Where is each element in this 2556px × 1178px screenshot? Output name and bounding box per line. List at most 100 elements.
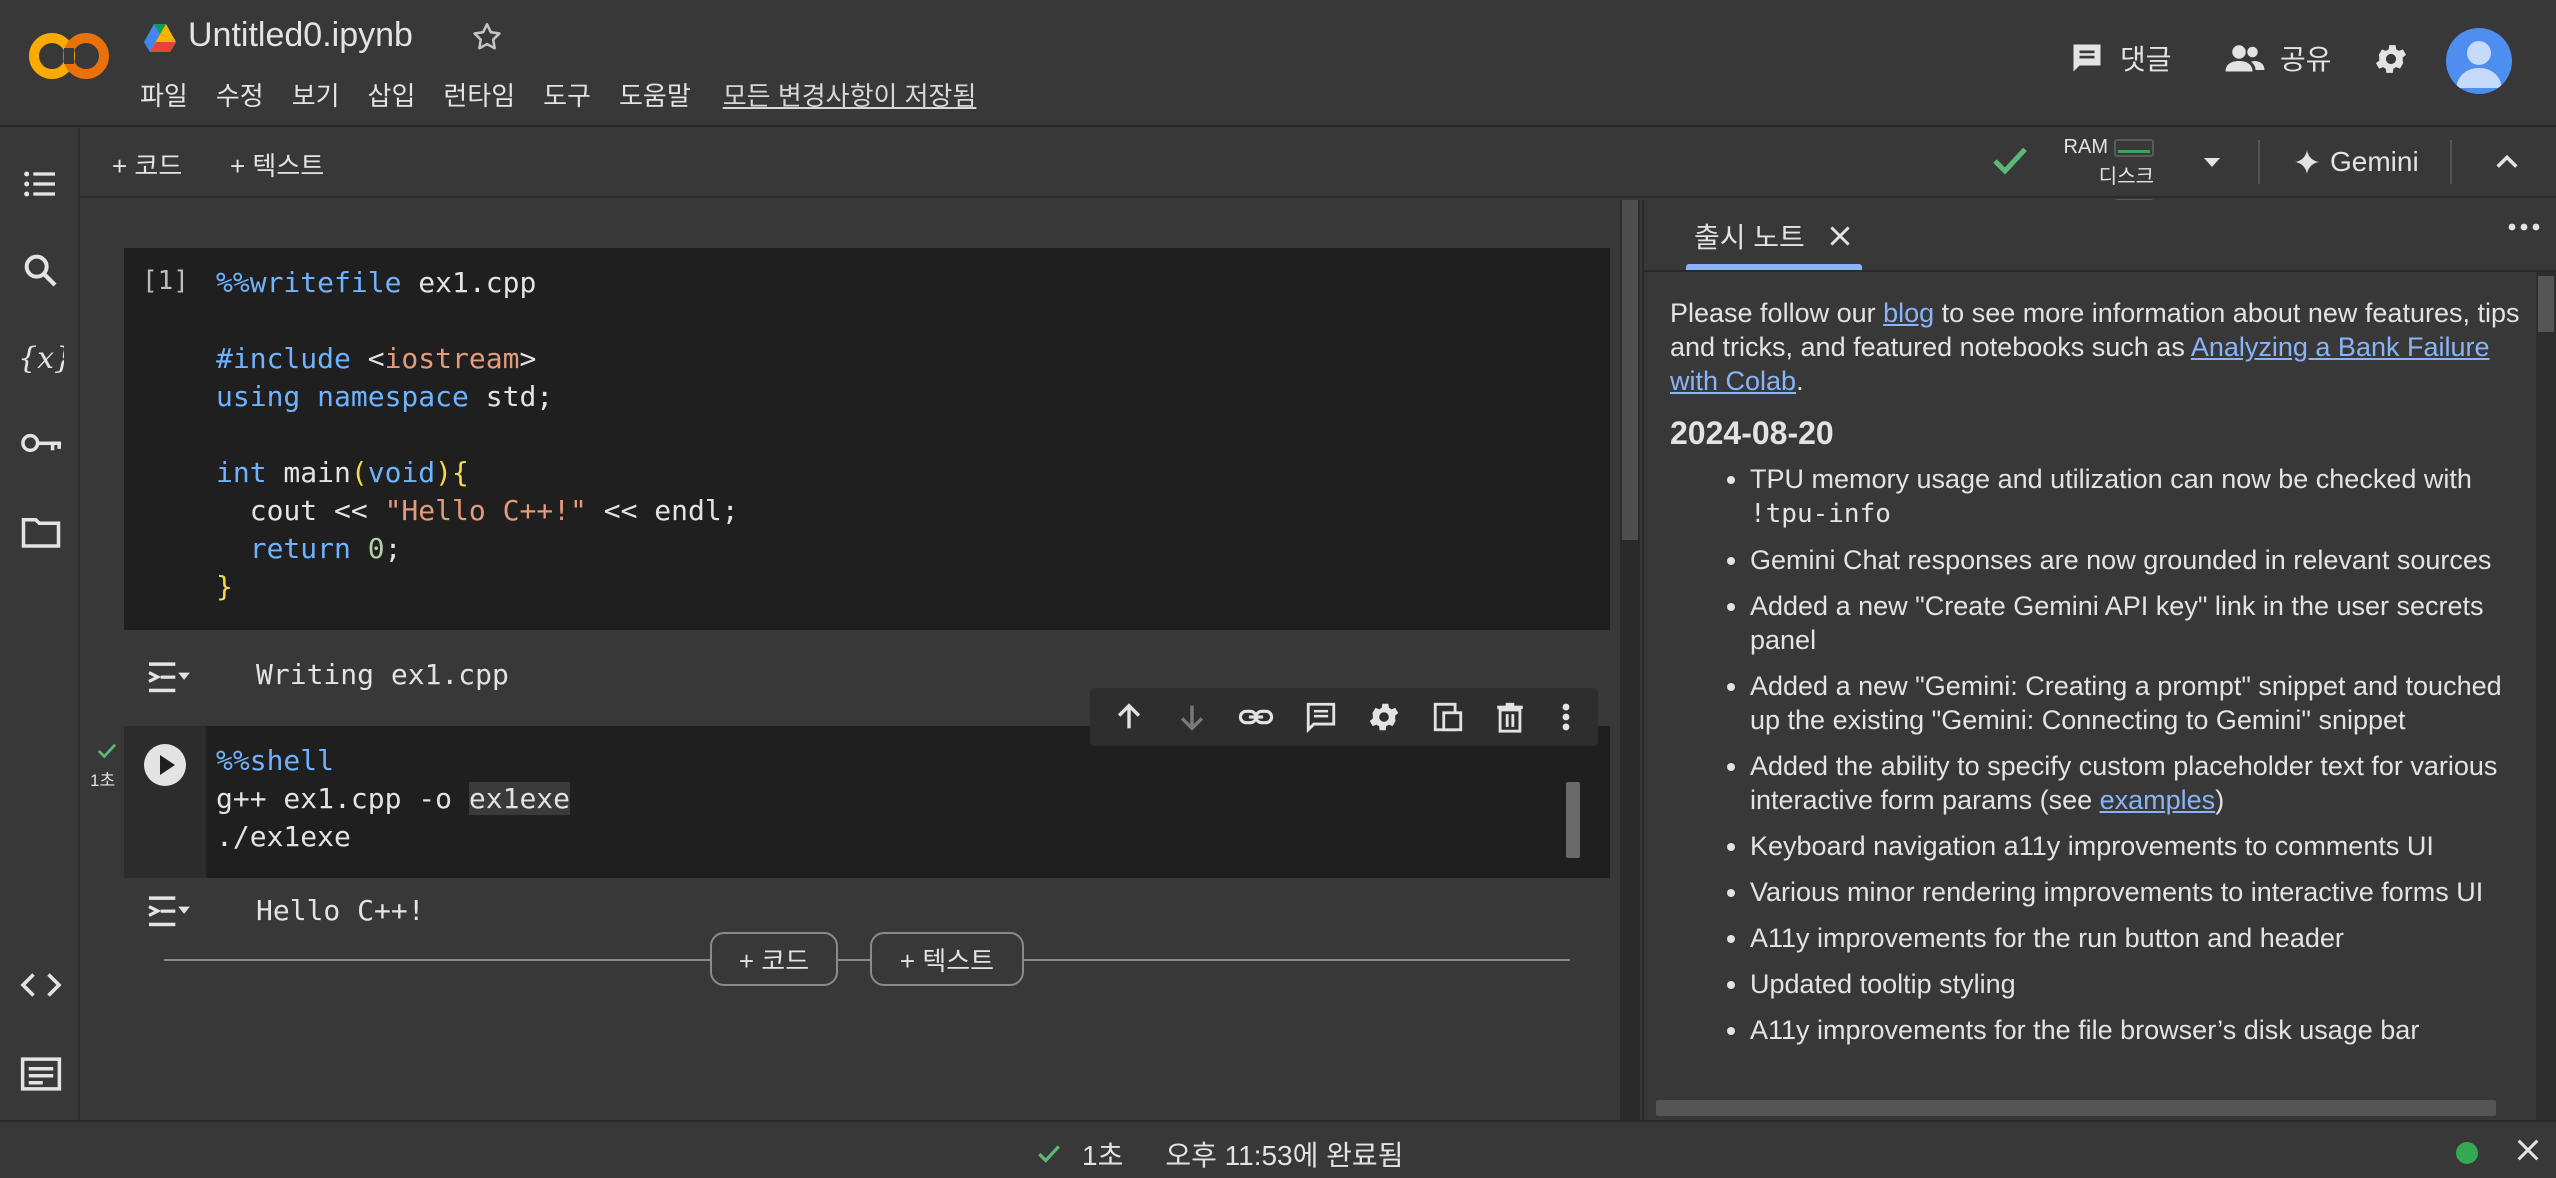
- code-cell-1[interactable]: [1] %%writefile ex1.cpp #include <iostre…: [124, 248, 1610, 630]
- menu-insert[interactable]: 삽입: [368, 76, 416, 113]
- panel-horizontal-scrollbar[interactable]: [1656, 1100, 2496, 1116]
- toolbar-divider: [2258, 140, 2260, 184]
- execution-count: [1]: [142, 266, 189, 296]
- comments-label: 댓글: [2120, 44, 2172, 75]
- examples-link[interactable]: examples: [2100, 785, 2216, 815]
- move-up-icon[interactable]: [1112, 700, 1146, 734]
- execution-status[interactable]: 1초 오후 11:53에 완료됨: [1036, 1134, 1403, 1174]
- save-status-link[interactable]: 모든 변경사항이 저장됨: [723, 76, 977, 113]
- app-header: Untitled0.ipynb 파일 수정 보기 삽입 런타임 도구 도움말 모…: [0, 0, 2556, 127]
- release-date-heading: 2024-08-20: [1670, 415, 1834, 451]
- cell-2-output: Hello C++!: [124, 878, 1610, 946]
- output-text: Hello C++!: [256, 894, 425, 927]
- list-item: Added the ability to specify custom plac…: [1750, 749, 2530, 817]
- panel-scrollbar[interactable]: [2536, 272, 2556, 1120]
- output-toggle-icon[interactable]: [146, 658, 190, 696]
- move-down-icon[interactable]: [1175, 700, 1209, 734]
- gemini-button[interactable]: Gemini: [2294, 146, 2419, 178]
- completed-time: 오후 11:53에 완료됨: [1165, 1140, 1404, 1171]
- share-button[interactable]: 공유: [2224, 38, 2332, 78]
- gear-icon[interactable]: [1366, 699, 1402, 735]
- connected-check-icon[interactable]: [1990, 144, 2030, 178]
- panel-scrollbar-thumb[interactable]: [2538, 276, 2554, 332]
- notebook-area[interactable]: [1] %%writefile ex1.cpp #include <iostre…: [82, 200, 1622, 1120]
- svg-text:{x}: {x}: [18, 341, 64, 376]
- comment-icon: [2068, 40, 2106, 76]
- intro-paragraph: Please follow our blog to see more infor…: [1670, 296, 2530, 398]
- folder-icon[interactable]: [20, 514, 62, 550]
- colab-logo[interactable]: [28, 30, 110, 82]
- close-icon[interactable]: [2514, 1136, 2542, 1164]
- menu-edit[interactable]: 수정: [216, 76, 264, 113]
- mirror-cell-icon[interactable]: [1431, 700, 1465, 734]
- tab-release-notes[interactable]: 출시 노트: [1694, 216, 1853, 256]
- drive-icon[interactable]: [142, 22, 178, 54]
- list-item: Added a new "Create Gemini API key" link…: [1750, 589, 2530, 657]
- blog-link[interactable]: blog: [1883, 298, 1934, 328]
- tab-label: 출시 노트: [1694, 222, 1805, 253]
- menu-file[interactable]: 파일: [140, 76, 188, 113]
- menu-tools[interactable]: 도구: [543, 76, 591, 113]
- intro-text: Please follow our: [1670, 298, 1884, 328]
- left-sidebar: {x}: [0, 128, 80, 1120]
- terminal-icon[interactable]: [20, 1056, 62, 1092]
- comments-button[interactable]: 댓글: [2068, 38, 2172, 78]
- runtime-dropdown-icon[interactable]: [2200, 150, 2224, 174]
- link-icon[interactable]: [1237, 700, 1275, 734]
- output-toggle-icon[interactable]: [146, 892, 190, 930]
- elapsed-time: 1초: [1082, 1140, 1124, 1171]
- more-options-icon[interactable]: [2506, 220, 2542, 234]
- release-notes-panel: 출시 노트 Please follow our blog to see more…: [1642, 200, 2556, 1120]
- add-code-button[interactable]: + 코드: [112, 146, 182, 183]
- settings-button[interactable]: [2372, 40, 2410, 78]
- cell-scrollbar[interactable]: [1566, 782, 1580, 858]
- toolbar-divider-2: [2450, 140, 2452, 184]
- release-notes-list: TPU memory usage and utilization can now…: [1670, 462, 2530, 1047]
- menu-bar: 파일 수정 보기 삽입 런타임 도구 도움말 모든 변경사항이 저장됨: [140, 76, 976, 113]
- gear-icon: [2372, 40, 2410, 78]
- play-icon: [160, 755, 175, 775]
- add-text-button[interactable]: + 텍스트: [230, 146, 324, 183]
- add-cell-divider: [164, 959, 1570, 961]
- disk-label: 디스크: [2098, 166, 2154, 188]
- menu-help[interactable]: 도움말: [619, 76, 691, 113]
- release-notes-body: Please follow our blog to see more infor…: [1670, 296, 2530, 1059]
- code-snippets-icon[interactable]: [20, 970, 62, 1000]
- code-editor-cell-2[interactable]: %%shell g++ ex1.cpp -o ex1exe ./ex1exe: [216, 742, 571, 856]
- close-icon[interactable]: [1827, 223, 1853, 249]
- gemini-label: Gemini: [2330, 146, 2419, 177]
- people-icon: [2224, 40, 2266, 76]
- list-item: Various minor rendering improvements to …: [1750, 875, 2530, 909]
- key-icon[interactable]: [20, 428, 64, 458]
- check-icon: [1036, 1143, 1062, 1165]
- account-avatar[interactable]: [2446, 28, 2512, 94]
- code-editor-cell-1[interactable]: %%writefile ex1.cpp #include <iostream> …: [216, 264, 739, 606]
- intro-text: .: [1796, 366, 1804, 396]
- notebook-scrollbar[interactable]: [1620, 200, 1640, 1120]
- list-item: A11y improvements for the run button and…: [1750, 921, 2530, 955]
- list-item: Gemini Chat responses are now grounded i…: [1750, 543, 2530, 577]
- notebook-scrollbar-thumb[interactable]: [1622, 200, 1638, 540]
- list-item: Keyboard navigation a11y improvements to…: [1750, 829, 2530, 863]
- star-icon[interactable]: [470, 20, 504, 54]
- variables-icon[interactable]: {x}: [16, 336, 64, 380]
- run-status-check-icon: [96, 742, 118, 760]
- table-of-contents-icon[interactable]: [20, 164, 60, 204]
- search-icon[interactable]: [20, 250, 60, 290]
- more-options-icon[interactable]: [1556, 700, 1576, 734]
- add-code-cell-button[interactable]: + 코드: [710, 932, 838, 986]
- output-text: Writing ex1.cpp: [256, 658, 509, 691]
- ram-meter: [2114, 138, 2154, 157]
- delete-icon[interactable]: [1493, 700, 1527, 734]
- run-cell-button[interactable]: [144, 744, 186, 786]
- add-text-cell-button[interactable]: + 텍스트: [870, 932, 1024, 986]
- menu-runtime[interactable]: 런타임: [443, 76, 515, 113]
- collapse-header-icon[interactable]: [2492, 148, 2522, 176]
- note-text: TPU memory usage and utilization can now…: [1750, 464, 2472, 494]
- list-item: A11y improvements for the file browser’s…: [1750, 1013, 2530, 1047]
- comment-icon[interactable]: [1304, 700, 1338, 734]
- notebook-title[interactable]: Untitled0.ipynb: [188, 16, 413, 55]
- menu-view[interactable]: 보기: [292, 76, 340, 113]
- share-label: 공유: [2280, 44, 2332, 75]
- code-cell-2[interactable]: %%shell g++ ex1.cpp -o ex1exe ./ex1exe: [124, 726, 1610, 878]
